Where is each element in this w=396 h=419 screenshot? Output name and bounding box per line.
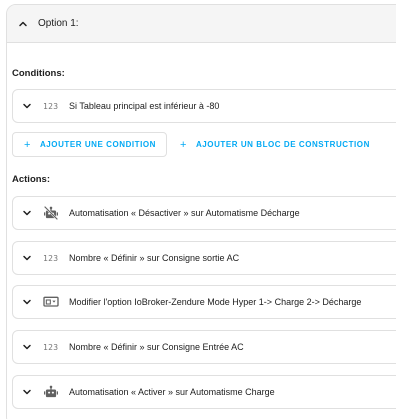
condition-label: Si Tableau principal est inférieur à -80 xyxy=(69,101,220,111)
chevron-down-icon[interactable] xyxy=(21,207,33,219)
numeric-icon: 123 xyxy=(43,253,59,263)
form-dropdown-icon xyxy=(43,295,61,309)
option-header[interactable]: Option 1: xyxy=(7,5,396,43)
action-row[interactable]: Modifier l'option IoBroker-Zendure Mode … xyxy=(12,285,396,319)
action-row[interactable]: 123 Nombre « Définir » sur Consigne sort… xyxy=(12,241,396,275)
chevron-down-icon[interactable] xyxy=(21,252,33,264)
condition-buttons: + AJOUTER UNE CONDITION + AJOUTER UN BLO… xyxy=(12,132,370,157)
numeric-icon: 123 xyxy=(43,101,59,111)
robot-off-icon xyxy=(43,206,61,220)
chevron-down-icon[interactable] xyxy=(21,296,33,308)
add-condition-button[interactable]: + AJOUTER UNE CONDITION xyxy=(12,132,167,157)
condition-row[interactable]: 123 Si Tableau principal est inférieur à… xyxy=(12,89,396,123)
action-row[interactable]: Automatisation « Activer » sur Automatis… xyxy=(12,375,396,409)
chevron-down-icon[interactable] xyxy=(21,386,33,398)
chevron-up-icon[interactable] xyxy=(17,18,29,30)
option-title: Option 1: xyxy=(38,18,79,29)
chevron-down-icon[interactable] xyxy=(21,100,33,112)
add-building-block-label: AJOUTER UN BLOC DE CONSTRUCTION xyxy=(195,140,370,149)
action-row[interactable]: 123 Nombre « Définir » sur Consigne Entr… xyxy=(12,330,396,364)
actions-heading: Actions: xyxy=(12,174,50,185)
action-row[interactable]: Automatisation « Désactiver » sur Automa… xyxy=(12,196,396,230)
action-label: Nombre « Définir » sur Consigne Entrée A… xyxy=(69,342,244,352)
plus-icon: + xyxy=(179,138,187,151)
action-label: Modifier l'option IoBroker-Zendure Mode … xyxy=(69,297,362,307)
plus-icon: + xyxy=(24,138,31,151)
robot-icon xyxy=(43,385,61,399)
action-label: Automatisation « Activer » sur Automatis… xyxy=(69,387,275,397)
conditions-heading: Conditions: xyxy=(12,68,65,79)
add-condition-label: AJOUTER UNE CONDITION xyxy=(39,140,156,149)
chevron-down-icon[interactable] xyxy=(21,341,33,353)
numeric-icon: 123 xyxy=(43,342,59,352)
add-building-block-button[interactable]: + AJOUTER UN BLOC DE CONSTRUCTION xyxy=(180,132,370,157)
action-label: Nombre « Définir » sur Consigne sortie A… xyxy=(69,253,240,263)
action-label: Automatisation « Désactiver » sur Automa… xyxy=(69,208,300,218)
